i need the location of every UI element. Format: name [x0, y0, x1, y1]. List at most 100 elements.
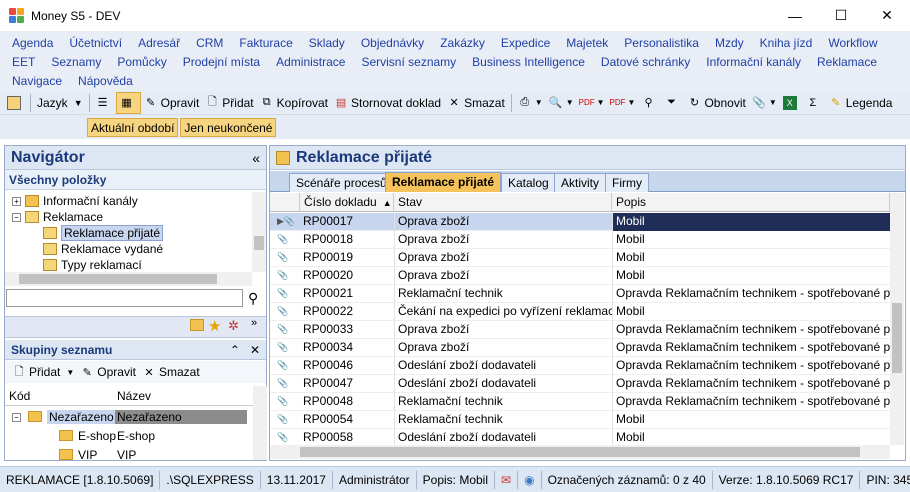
col-name[interactable]: Název: [117, 389, 151, 403]
table-row[interactable]: 📎 RP00020 Oprava zboží Mobil: [270, 267, 890, 285]
tree-item[interactable]: Reklamace přijaté: [43, 225, 164, 241]
favorite-star-icon[interactable]: ★: [208, 317, 221, 335]
mail-alert-icon[interactable]: ✉: [495, 470, 519, 489]
language-dropdown[interactable]: Jazyk ▼: [34, 92, 86, 114]
menu-item[interactable]: EET: [12, 53, 35, 72]
list-view-button[interactable]: ☰: [93, 92, 116, 114]
search-button[interactable]: ⚲: [638, 92, 661, 114]
menu-item[interactable]: Agenda: [12, 34, 53, 53]
minimize-button[interactable]: —: [772, 0, 818, 31]
menu-item[interactable]: Zakázky: [440, 34, 485, 53]
table-row[interactable]: 📎 RP00054 Reklamační technik Mobil: [270, 411, 890, 429]
close-button[interactable]: ✕: [864, 0, 910, 31]
close-panel-icon[interactable]: ✕: [250, 343, 260, 357]
grid-scrollbar[interactable]: [890, 193, 904, 445]
menu-item[interactable]: Informační kanály: [706, 53, 801, 72]
tree-view-button[interactable]: ▦: [115, 91, 141, 114]
pdf-export-button[interactable]: PDF ▼: [577, 92, 608, 114]
menu-item[interactable]: Reklamace: [817, 53, 877, 72]
table-row[interactable]: 📎 RP00022 Čekání na expedici po vyřízení r…: [270, 303, 890, 321]
menu-item[interactable]: Adresář: [138, 34, 180, 53]
col-document-number[interactable]: Číslo dokladu ▲: [300, 193, 394, 212]
menu-item[interactable]: Expedice: [501, 34, 550, 53]
menu-item[interactable]: Personalistika: [624, 34, 699, 53]
tab-item[interactable]: Firmy: [605, 173, 649, 192]
cancel-document-button[interactable]: ▤ Stornovat doklad: [331, 92, 444, 114]
tree-item[interactable]: Typy reklamací: [43, 257, 142, 273]
search-icon[interactable]: ⚲: [248, 290, 258, 307]
edit-button[interactable]: ✎ Opravit: [141, 92, 203, 114]
group-row[interactable]: − Nezařazeno Nezařazeno: [5, 408, 253, 426]
group-delete-button[interactable]: ✕ Smazat: [139, 361, 203, 383]
refresh-button[interactable]: ↻ Obnovit: [684, 92, 748, 114]
tab-item[interactable]: Aktivity: [554, 173, 607, 192]
table-row[interactable]: 📎 RP00018 Oprava zboží Mobil: [270, 231, 890, 249]
tab-item[interactable]: Scénáře procesů: [289, 173, 394, 192]
table-row[interactable]: ▶📎 RP00017 Oprava zboží Mobil: [270, 213, 890, 231]
sum-button[interactable]: Σ: [803, 92, 826, 114]
current-period-toggle[interactable]: Aktuální období: [87, 117, 179, 137]
panel-toggle-button[interactable]: [4, 92, 27, 114]
table-row[interactable]: 📎 RP00034 Oprava zboží Opravda Reklamačním …: [270, 339, 890, 357]
collapse-up-icon[interactable]: ⌃: [230, 343, 240, 357]
rss-icon[interactable]: ◉: [518, 470, 542, 489]
table-row[interactable]: 📎 RP00046 Odeslání zboží dodavateli Opravda…: [270, 357, 890, 375]
table-row[interactable]: 📎 RP00033 Oprava zboží Opravda Reklamačním …: [270, 321, 890, 339]
collapse-left-icon[interactable]: «: [252, 150, 260, 166]
unfinished-only-toggle[interactable]: Jen neukončené: [180, 117, 277, 137]
pdf-email-button[interactable]: PDF ▼: [608, 92, 639, 114]
menu-item[interactable]: Objednávky: [361, 34, 424, 53]
filter-button[interactable]: ⏷: [661, 92, 684, 114]
tree-item[interactable]: Reklamace vydané: [43, 241, 163, 257]
group-edit-button[interactable]: ✎ Opravit: [77, 361, 139, 383]
menu-item[interactable]: Fakturace: [239, 34, 292, 53]
tree-item[interactable]: + Informační kanály: [12, 193, 138, 209]
expand-toggle-icon[interactable]: +: [12, 196, 21, 206]
preview-button[interactable]: 🔍 ▼: [546, 92, 577, 114]
col-description[interactable]: Popis: [612, 193, 890, 212]
menu-item[interactable]: Pomůcky: [117, 53, 166, 72]
tree-item[interactable]: − Reklamace: [12, 209, 103, 225]
add-button[interactable]: 🗋 Přidat: [202, 92, 256, 114]
menu-item[interactable]: CRM: [196, 34, 223, 53]
menu-item[interactable]: Mzdy: [715, 34, 744, 53]
menu-item[interactable]: Prodejní místa: [183, 53, 260, 72]
menu-item[interactable]: Majetek: [566, 34, 608, 53]
group-row[interactable]: E-shop E-shop: [5, 427, 253, 445]
table-row[interactable]: 📎 RP00021 Reklamační technik Opravda Reklam…: [270, 285, 890, 303]
special-icon[interactable]: ✲: [228, 318, 239, 334]
expand-toggle-icon[interactable]: −: [12, 212, 21, 222]
groups-scrollbar[interactable]: [253, 386, 267, 460]
menu-item[interactable]: Účetnictví: [69, 34, 122, 53]
maximize-button[interactable]: ☐: [818, 0, 864, 31]
tab-item[interactable]: Reklamace přijaté: [385, 172, 502, 192]
tree-scrollbar[interactable]: [252, 192, 266, 272]
print-button[interactable]: ⎙ ▼: [515, 92, 546, 114]
table-row[interactable]: 📎 RP00047 Odeslání zboží dodavateli Opravda…: [270, 375, 890, 393]
attachment-button[interactable]: 📎 ▼: [749, 92, 780, 114]
copy-button[interactable]: ⧉ Kopírovat: [257, 92, 331, 114]
menu-item[interactable]: Sklady: [309, 34, 345, 53]
table-row[interactable]: 📎 RP00019 Oprava zboží Mobil: [270, 249, 890, 267]
excel-export-button[interactable]: X: [780, 92, 803, 114]
menu-item[interactable]: Business Intelligence: [472, 53, 585, 72]
menu-item[interactable]: Workflow: [828, 34, 877, 53]
more-icon[interactable]: »: [251, 317, 257, 329]
menu-item[interactable]: Administrace: [276, 53, 345, 72]
menu-item[interactable]: Nápověda: [78, 72, 133, 91]
tree-h-scrollbar[interactable]: [5, 272, 252, 286]
navigator-search-input[interactable]: [6, 289, 243, 307]
col-code[interactable]: Kód: [9, 389, 30, 403]
delete-button[interactable]: ✕ Smazat: [444, 92, 508, 114]
legend-button[interactable]: ✎ Legenda: [826, 92, 896, 114]
grid-h-scrollbar[interactable]: [270, 445, 890, 459]
group-row[interactable]: VIP VIP: [5, 446, 253, 464]
col-status[interactable]: Stav: [394, 193, 612, 212]
menu-item[interactable]: Servisní seznamy: [361, 53, 456, 72]
folder-icon[interactable]: [190, 319, 204, 331]
table-row[interactable]: 📎 RP00048 Reklamační technik Opravda Reklam…: [270, 393, 890, 411]
tab-item[interactable]: Katalog: [501, 173, 556, 192]
menu-item[interactable]: Seznamy: [51, 53, 101, 72]
menu-item[interactable]: Datové schránky: [601, 53, 690, 72]
menu-item[interactable]: Navigace: [12, 72, 62, 91]
